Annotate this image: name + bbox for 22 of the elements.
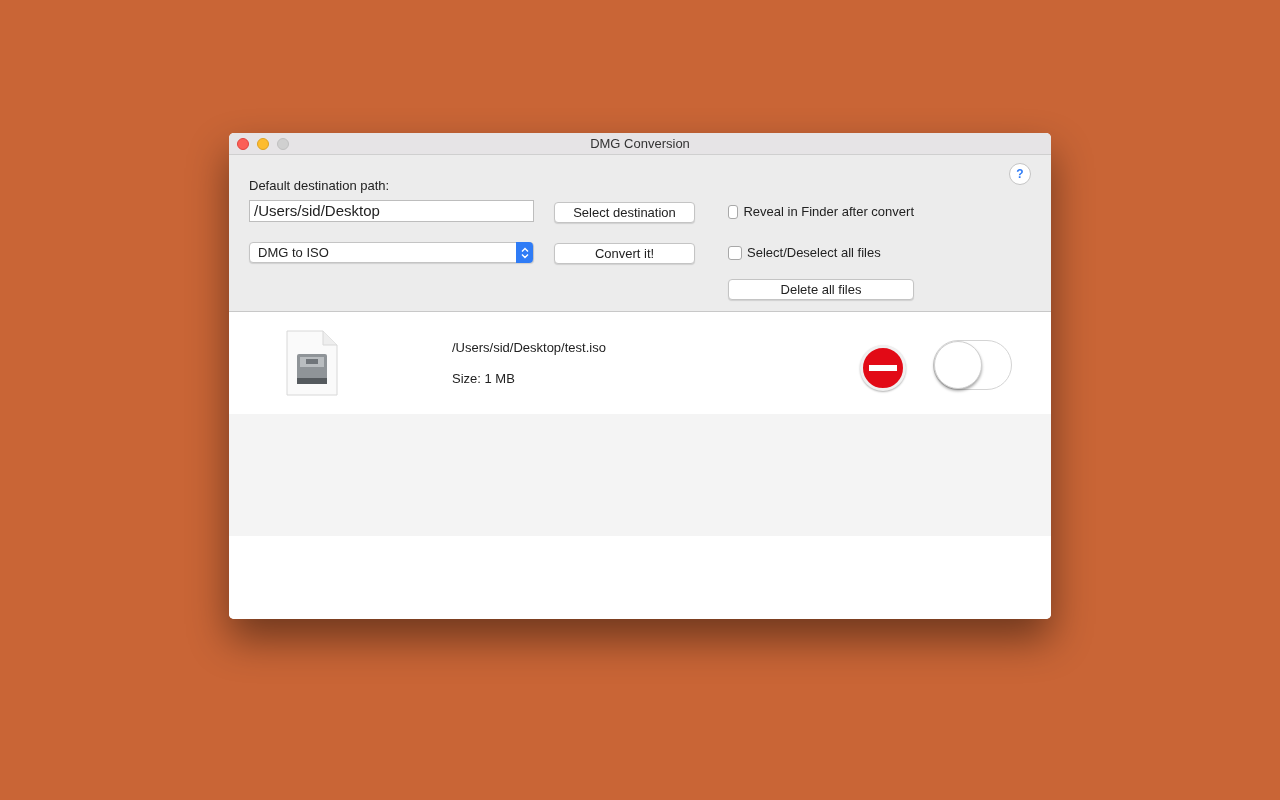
toggle-switch[interactable] — [933, 340, 1012, 390]
chevron-updown-icon — [516, 242, 533, 263]
help-button[interactable]: ? — [1009, 163, 1031, 185]
file-path: /Users/sid/Desktop/test.iso — [452, 338, 606, 357]
checkbox-label: Reveal in Finder after convert — [743, 203, 914, 222]
remove-button[interactable] — [860, 345, 906, 391]
destination-label: Default destination path: — [249, 177, 391, 194]
checkbox-label: Select/Deselect all files — [747, 244, 881, 263]
convert-button[interactable]: Convert it! — [554, 243, 695, 264]
checkbox[interactable] — [728, 205, 739, 219]
close-button[interactable] — [237, 137, 249, 150]
file-row[interactable]: /Users/sid/Desktop/test.iso Size: 1 MB — [229, 312, 1051, 414]
disk-image-file-icon — [286, 330, 338, 396]
select-destination-button[interactable]: Select destination — [554, 202, 695, 223]
format-dropdown[interactable]: DMG to ISO — [249, 242, 534, 263]
destination-path-field[interactable]: /Users/sid/Desktop — [249, 200, 534, 222]
window-title: DMG Conversion — [590, 134, 691, 153]
file-size: Size: 1 MB — [452, 370, 516, 388]
minimize-button[interactable] — [257, 137, 269, 150]
checkbox[interactable] — [728, 246, 742, 260]
delete-all-files-button[interactable]: Delete all files — [728, 279, 914, 300]
zoom-button[interactable] — [277, 137, 289, 150]
